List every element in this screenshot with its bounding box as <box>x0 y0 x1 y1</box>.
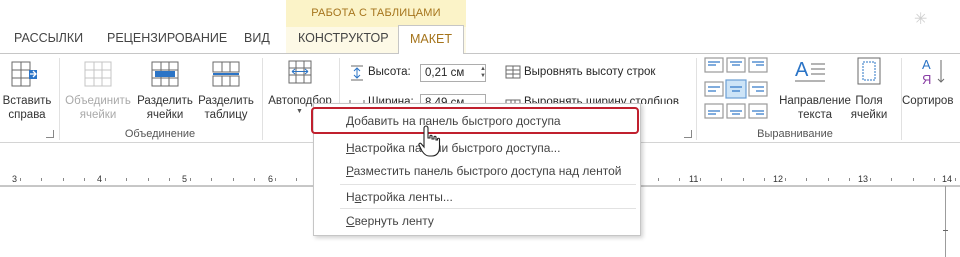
ruler-label: 13 <box>858 174 869 184</box>
insert-launcher-icon[interactable] <box>46 130 54 138</box>
ruler-tick <box>891 178 892 181</box>
sort-icon[interactable]: А Я <box>920 56 950 91</box>
split-table-icon[interactable] <box>212 60 240 93</box>
merge-cells-icon <box>84 60 112 93</box>
ruler-tick <box>211 178 212 181</box>
divider <box>59 58 60 140</box>
ruler-tick <box>764 178 765 181</box>
menu-item-add-to-quick-access[interactable]: Добавить на панель быстрого доступа <box>346 114 561 128</box>
svg-text:А: А <box>922 57 931 72</box>
row-height-icon <box>349 65 365 86</box>
row-height-label: Высота: <box>368 66 411 78</box>
mouse-pointer-icon <box>418 125 442 164</box>
ruler-label: 4 <box>97 174 103 184</box>
alignment-group-label: Выравнивание <box>757 128 833 140</box>
table-column-marker[interactable] <box>945 186 946 257</box>
ruler-label: 12 <box>773 174 784 184</box>
text-direction-icon[interactable]: A <box>793 56 827 91</box>
ruler-label: 5 <box>182 174 188 184</box>
tab-review[interactable]: РЕЦЕНЗИРОВАНИЕ <box>107 31 227 45</box>
ruler-tick <box>828 178 829 181</box>
svg-text:A: A <box>795 59 809 81</box>
ruler-tick <box>785 178 786 181</box>
restore-icon[interactable]: ✳ <box>914 9 927 29</box>
tab-mailings[interactable]: РАССЫЛКИ <box>14 31 83 45</box>
ruler-label: 3 <box>12 174 18 184</box>
svg-text:Я: Я <box>922 72 931 86</box>
insert-right-icon[interactable] <box>10 60 40 88</box>
split-table-button[interactable]: Разделить таблицу <box>195 94 257 122</box>
table-column-tick <box>943 230 948 231</box>
ruler-tick <box>41 178 42 181</box>
ruler-tick <box>275 178 276 181</box>
ruler-tick <box>84 178 85 181</box>
tab-view[interactable]: ВИД <box>244 31 270 45</box>
ruler-tick <box>721 178 722 181</box>
divider <box>262 58 263 140</box>
ruler-tick <box>20 178 21 181</box>
alignment-grid <box>704 56 768 127</box>
ruler-tick <box>63 178 64 181</box>
ruler-tick <box>296 178 297 181</box>
context-tab-label: РАБОТА С ТАБЛИЦАМИ <box>311 7 441 19</box>
cell-size-launcher-icon[interactable] <box>684 130 692 138</box>
ruler-tick <box>806 178 807 181</box>
menu-item-customize-ribbon[interactable]: Настройка ленты... <box>346 190 453 204</box>
ruler-tick <box>658 178 659 181</box>
menu-divider <box>340 208 636 209</box>
ruler-tick <box>870 178 871 181</box>
merge-group-label: Объединение <box>124 128 196 140</box>
menu-item-show-quick-access-above[interactable]: Разместить панель быстрого доступа над л… <box>346 164 621 178</box>
tab-layout[interactable]: МАКЕТ <box>398 25 464 54</box>
ruler-tick <box>934 178 935 181</box>
ruler-tick <box>105 178 106 181</box>
ruler-label: 14 <box>942 174 953 184</box>
merge-cells-button: Объединить ячейки <box>65 95 131 121</box>
ruler-label: 11 <box>689 174 699 184</box>
split-cells-button[interactable]: Разделить ячейки <box>136 94 194 122</box>
distribute-rows-button[interactable]: Выровнять высоту строк <box>524 66 655 78</box>
row-height-spinner-icon[interactable]: ▲ ▼ <box>480 66 486 80</box>
menu-item-customize-quick-access[interactable]: Настройка панели быстрого доступа... <box>346 141 560 155</box>
ruler-tick <box>169 178 170 181</box>
autofit-dropdown-icon[interactable]: ▼ <box>296 108 303 115</box>
ruler-tick <box>743 178 744 181</box>
distribute-rows-icon[interactable] <box>505 65 521 84</box>
divider <box>696 58 697 140</box>
text-direction-button[interactable]: Направление текста <box>778 94 852 122</box>
row-height-input[interactable]: 0,21 см <box>420 64 486 82</box>
insert-right-button[interactable]: Вставить справа <box>0 94 54 122</box>
ruler-label: 6 <box>268 174 274 184</box>
split-cells-icon[interactable] <box>151 60 179 93</box>
ruler-tick <box>700 178 701 181</box>
menu-item-collapse-ribbon[interactable]: Свернуть ленту <box>346 214 434 228</box>
ruler-tick <box>254 178 255 181</box>
ruler-tick <box>679 178 680 181</box>
ruler-tick <box>849 178 850 181</box>
sort-button[interactable]: Сортиров <box>902 94 960 108</box>
ruler-tick <box>913 178 914 181</box>
autofit-icon[interactable] <box>287 58 313 91</box>
ruler-tick <box>190 178 191 181</box>
column-width-label: Ширина: <box>368 96 414 103</box>
ruler-tick <box>233 178 234 181</box>
menu-divider <box>340 184 636 185</box>
ruler-tick <box>955 178 956 181</box>
cell-margins-button[interactable]: Поля ячейки <box>846 94 892 122</box>
cell-margins-icon[interactable] <box>856 56 882 91</box>
ruler-tick <box>126 178 127 181</box>
tab-design[interactable]: КОНСТРУКТОР <box>298 31 389 45</box>
ruler-tick <box>148 178 149 181</box>
